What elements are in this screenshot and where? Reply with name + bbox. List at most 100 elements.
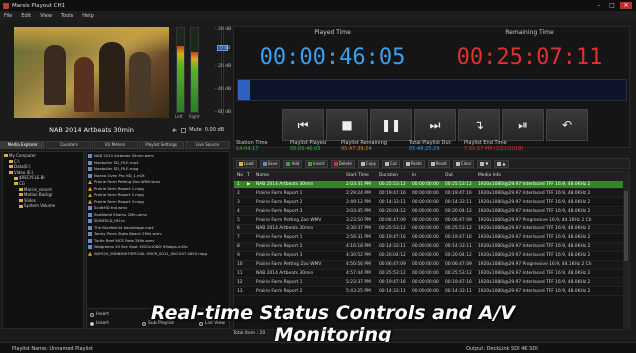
menu-file[interactable]: File (4, 13, 12, 19)
next-button[interactable]: ⏭ (414, 109, 456, 141)
column-header[interactable]: Out (445, 172, 477, 181)
speaker-icon[interactable]: 🔈 (172, 127, 178, 133)
table-row[interactable]: 3 Prairie Farm Report 2 2:49:12 PM 00:14:33… (234, 199, 627, 208)
table-row[interactable]: 1 ▶ NAB 2014 Artbeats 30min 2:03:31 PM 00:25… (234, 180, 627, 190)
copy-button[interactable]: Copy (357, 159, 379, 168)
delete-button[interactable]: Delete (330, 159, 355, 168)
audio-meters: Left Right (172, 27, 212, 120)
insert-button[interactable]: Insert (305, 159, 328, 168)
playlist-scrollbar[interactable] (623, 171, 629, 330)
column-header[interactable]: Name (256, 172, 344, 181)
tab-media-explorer[interactable]: Media Explorer (0, 141, 46, 149)
table-cell: 00:00:00:00 (412, 270, 439, 276)
column-header[interactable]: In (412, 172, 444, 181)
table-cell: 00:20:04:12 (379, 253, 406, 259)
table-row[interactable]: 8 Prairie Farm Report 2 4:16:18 PM 00:14:33… (234, 243, 627, 252)
mute-checkbox[interactable] (181, 127, 187, 133)
menu-tools[interactable]: Tools (61, 13, 73, 19)
table-row[interactable]: 4 Prairie Farm Report 3 3:03:45 PM 00:20:04… (234, 207, 627, 217)
table-row[interactable]: 7 Prairie Farm Report 1 3:56:31 PM 00:19:47… (234, 234, 627, 243)
playback-progress-bar[interactable] (237, 79, 627, 101)
menu-help[interactable]: Help (82, 13, 93, 19)
db-label: 0 dB (220, 46, 231, 51)
table-cell: 00:14:33:11 (379, 288, 406, 294)
table-cell: 00:00:00:00 (412, 288, 439, 294)
stop-button[interactable]: ■ (326, 109, 368, 141)
table-cell: 4:57:44 PM (346, 270, 371, 276)
close-button[interactable]: ✕ (620, 2, 632, 9)
toolbar-label: ▲ (502, 161, 506, 166)
cut-button[interactable]: Cut (381, 159, 400, 168)
up-icon (497, 161, 502, 166)
tab-counters[interactable]: Counters (46, 141, 92, 149)
save-button[interactable]: Save (259, 159, 281, 168)
tree-item[interactable]: System Volume (4, 203, 82, 209)
table-row[interactable]: 10 Prairie Farm Petting Zoo WMV 4:50:56 PM… (234, 261, 627, 270)
table-row[interactable]: 12 Prairie Farm Report 1 5:23:37 PM 00:19:4… (234, 278, 627, 288)
table-cell: 00:25:53:12 (445, 270, 472, 276)
tab-vu-meters[interactable]: VU Meters (92, 141, 138, 149)
table-cell: 00:06:47:09 (379, 217, 406, 223)
table-cell: 10 (237, 262, 243, 267)
minimize-button[interactable]: – (594, 2, 604, 9)
paste-icon (405, 161, 410, 166)
scrollbar-thumb[interactable] (624, 191, 628, 261)
volume-fader[interactable] (213, 27, 233, 122)
table-cell: 00:19:47:16 (445, 235, 472, 241)
pause-button[interactable]: ❚❚ (370, 109, 412, 141)
column-header[interactable]: Media Info (478, 172, 628, 181)
remaining-time-label: Remaining Time (505, 29, 554, 36)
maximize-button[interactable]: □ (607, 2, 617, 9)
table-cell: 00:14:33:11 (445, 199, 472, 205)
station-stat: Total Playlist Dur. 05:48:25:29 (409, 140, 452, 152)
played-timecode: 00:00:46:05 (259, 45, 406, 70)
menu-edit[interactable]: Edit (21, 13, 31, 19)
video-file-icon (88, 173, 92, 178)
menu-view[interactable]: View (40, 13, 52, 19)
skip-down-button[interactable]: ↴ (458, 109, 500, 141)
previous-button[interactable]: ⏮ (282, 109, 324, 141)
station-stat: Playlist End Time 7:51:57 PM (2/21/2018) (464, 140, 523, 152)
move-down-button[interactable]: ▼ (477, 159, 492, 168)
table-cell: 00:00:00:00 (412, 253, 439, 259)
table-row[interactable]: 9 Prairie Farm Report 3 4:30:52 PM 00:20:04… (234, 252, 627, 261)
reset-button[interactable]: Reset (427, 159, 450, 168)
tab-live-source[interactable]: Live Source (184, 141, 231, 149)
stat-value: 05:48:25:29 (409, 146, 440, 152)
load-button[interactable]: Load (236, 159, 257, 168)
column-header[interactable]: T (247, 172, 255, 181)
toolbar-label: Save (267, 161, 278, 166)
tab-playlist-settings[interactable]: Playlist Settings (138, 141, 184, 149)
toolbar-label: Insert (313, 161, 325, 166)
folder-tree[interactable]: My Computer C:\ Data(E:) Video (E:) $RECYCLE… (2, 151, 84, 329)
table-cell: 1920x1080i@29.97 Interlaced TFF 16:9, 48… (478, 226, 591, 232)
transport-controls: ⏮ ■ ❚❚ ⏭ ↴ ⏯ ↶ (282, 109, 588, 141)
move-up-button[interactable]: ▲ (494, 159, 509, 168)
table-cell: 7 (237, 235, 240, 241)
table-row[interactable]: 11 NAB 2014 Artbeats 30min 4:57:44 PM 00:25… (234, 270, 627, 279)
paste-button[interactable]: Paste (402, 159, 425, 168)
folder-icon (239, 161, 243, 166)
table-cell: 00:14:33:11 (379, 199, 406, 205)
table-cell: 4:30:52 PM (346, 253, 371, 259)
column-header[interactable]: Start Time (346, 172, 378, 181)
column-header[interactable]: Duration (379, 172, 411, 181)
add-button[interactable]: Add (283, 159, 303, 168)
video-file-icon (88, 206, 92, 211)
table-cell: NAB 2014 Artbeats 30min (256, 226, 314, 232)
clear-button[interactable]: Clear (452, 159, 475, 168)
warning-icon (88, 186, 92, 191)
table-row[interactable]: 6 NAB 2014 Artbeats 30min 3:30:37 PM 00:25:… (234, 225, 627, 234)
table-cell: 00:00:00:00 (412, 279, 439, 285)
play-skip-icon: ⏯ (518, 117, 528, 132)
table-row[interactable]: 2 Prairie Farm Report 1 2:29:24 PM 00:19:47… (234, 189, 627, 199)
table-cell: 00:20:04:12 (379, 208, 406, 214)
column-header[interactable]: No (237, 172, 246, 181)
remaining-timecode: 00:25:07:11 (456, 45, 603, 70)
play-next-button[interactable]: ⏯ (502, 109, 544, 141)
return-button[interactable]: ↶ (546, 109, 588, 141)
table-row[interactable]: 5 Prairie Farm Petting Zoo WMV 3:23:50 PM 0… (234, 217, 627, 226)
stat-value: 14:04:17 (236, 146, 259, 152)
file-item[interactable]: WJYS25_MIDNIGHTSPECIAL HRCR_0011_000.007… (88, 251, 228, 258)
table-row[interactable]: 13 Prairie Farm Report 2 5:43:25 PM 00:14:3… (234, 288, 627, 297)
